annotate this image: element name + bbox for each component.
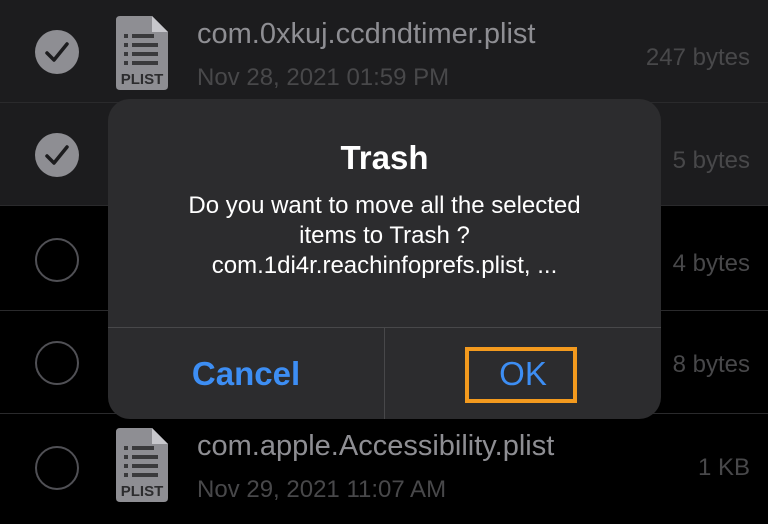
alert-message-line: Do you want to move all the selected — [188, 192, 581, 219]
file-size: 8 bytes — [672, 351, 750, 378]
file-size: 247 bytes — [645, 44, 750, 71]
file-manager-screen: PLIST com.0xkuj.ccdndtimer.plist Nov 28,… — [0, 0, 768, 524]
checkmark-selected-icon[interactable] — [35, 132, 79, 177]
checkbox-unselected-icon[interactable] — [35, 340, 79, 385]
alert-message: Do you want to move all the selected ite… — [138, 191, 631, 281]
file-name: com.apple.Accessibility.plist — [197, 430, 555, 462]
checkmark-selected-icon[interactable] — [35, 29, 79, 74]
file-row[interactable]: PLIST com.apple.Accessibility.plist Nov … — [0, 414, 768, 524]
plist-file-icon: PLIST — [116, 428, 168, 502]
alert-message-line: com.1di4r.reachinfoprefs.plist, ... — [211, 252, 558, 279]
trash-alert-dialog: Trash Do you want to move all the select… — [108, 99, 661, 419]
file-row[interactable]: PLIST com.0xkuj.ccdndtimer.plist Nov 28,… — [0, 0, 768, 103]
alert-title: Trash — [340, 139, 429, 176]
plist-icon-label: PLIST — [121, 71, 164, 88]
cancel-button[interactable]: Cancel — [108, 328, 384, 419]
file-size: 1 KB — [697, 454, 750, 481]
checkbox-unselected-icon[interactable] — [35, 446, 79, 490]
file-date: Nov 29, 2021 11:07 AM — [197, 476, 447, 503]
plist-icon-label: PLIST — [121, 483, 164, 500]
alert-message-line: items to Trash ? — [299, 222, 470, 249]
file-date: Nov 28, 2021 01:59 PM — [197, 64, 450, 91]
plist-file-icon: PLIST — [116, 16, 168, 90]
ok-button[interactable]: OK — [385, 328, 661, 419]
file-size: 5 bytes — [672, 147, 750, 174]
file-name: com.0xkuj.ccdndtimer.plist — [197, 18, 536, 50]
file-size: 4 bytes — [672, 250, 750, 277]
checkbox-unselected-icon[interactable] — [35, 237, 79, 282]
